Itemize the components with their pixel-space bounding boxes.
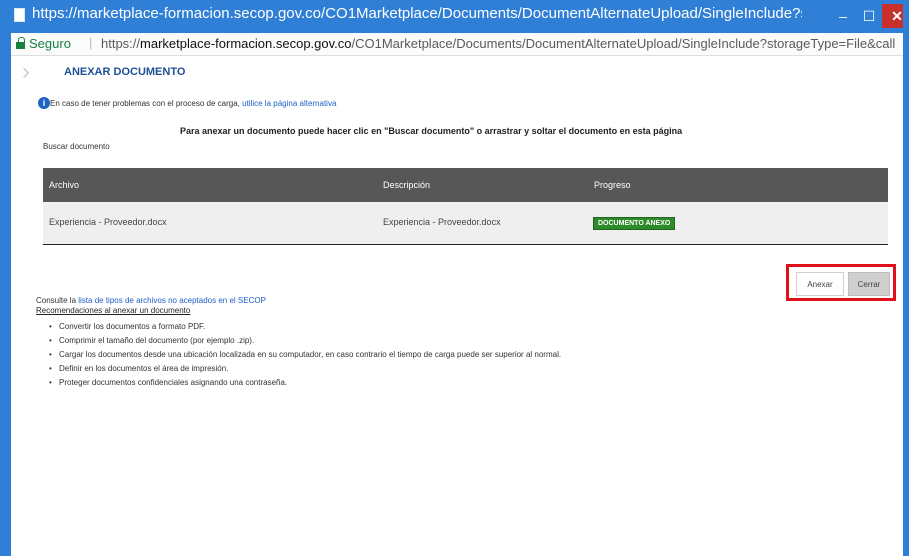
window-titlebar[interactable]: https://marketplace-formacion.secop.gov.…: [0, 0, 909, 33]
table-row: Experiencia - Proveedor.docx Experiencia…: [43, 202, 888, 245]
row-file-name: Experiencia - Proveedor.docx: [49, 217, 167, 227]
unaccepted-file-types-link[interactable]: lista de tipos de archivos no aceptados …: [78, 296, 266, 305]
list-item: Proteger documentos confidenciales asign…: [49, 376, 561, 390]
window-frame-left: [0, 0, 11, 556]
recommendations-list: Convertir los documentos a formato PDF. …: [49, 320, 561, 390]
list-item: Comprimir el tamaño del documento (por e…: [49, 334, 561, 348]
url-prefix: https://: [101, 36, 141, 51]
column-header-description: Descripción: [383, 180, 431, 190]
search-document-link[interactable]: Buscar documento: [43, 142, 110, 151]
address-separator: |: [89, 35, 93, 50]
recommendations-title: Recomendaciones al anexar un documento: [36, 306, 191, 315]
url-text[interactable]: https://marketplace-formacion.secop.gov.…: [101, 36, 896, 51]
column-header-file: Archivo: [49, 180, 80, 190]
minimize-button[interactable]: –: [830, 4, 856, 28]
close-button[interactable]: Cerrar: [848, 272, 890, 296]
column-header-progress: Progreso: [594, 180, 631, 190]
url-host: marketplace-formacion.secop.gov.co: [140, 36, 352, 51]
secure-label: Seguro: [29, 36, 71, 51]
list-item: Cargar los documentos desde una ubicació…: [49, 348, 561, 362]
page-title: ANEXAR DOCUMENTO: [64, 66, 186, 78]
upload-instruction: Para anexar un documento puede hacer cli…: [180, 126, 683, 136]
info-message: En caso de tener problemas con el proces…: [50, 99, 336, 108]
status-badge: DOCUMENTO ANEXO: [593, 217, 676, 230]
row-description: Experiencia - Proveedor.docx: [383, 217, 501, 227]
page-icon: [14, 8, 25, 22]
consult-prefix: Consulte la: [36, 296, 79, 305]
window-frame-right: [903, 0, 909, 556]
maximize-button[interactable]: ☐: [858, 4, 880, 28]
table-header: Archivo Descripción Progreso: [43, 168, 888, 202]
list-item: Convertir los documentos a formato PDF.: [49, 320, 561, 334]
attach-button[interactable]: Anexar: [796, 272, 844, 296]
url-path: /CO1Marketplace/Documents/DocumentAltern…: [351, 36, 897, 51]
consult-text: Consulte la lista de tipos de archivos n…: [36, 296, 266, 305]
address-bar[interactable]: Seguro | https://marketplace-formacion.s…: [11, 33, 903, 56]
chevron-right-icon: ›: [22, 58, 30, 85]
lock-icon: [16, 37, 25, 49]
documents-table: Archivo Descripción Progreso Experiencia…: [43, 168, 888, 245]
info-icon: i: [38, 97, 50, 109]
list-item: Definir en los documentos el área de imp…: [49, 362, 561, 376]
info-text: En caso de tener problemas con el proces…: [50, 99, 243, 108]
window-title: https://marketplace-formacion.secop.gov.…: [32, 5, 802, 22]
alternate-page-link[interactable]: utilice la página alternativa: [242, 99, 336, 108]
